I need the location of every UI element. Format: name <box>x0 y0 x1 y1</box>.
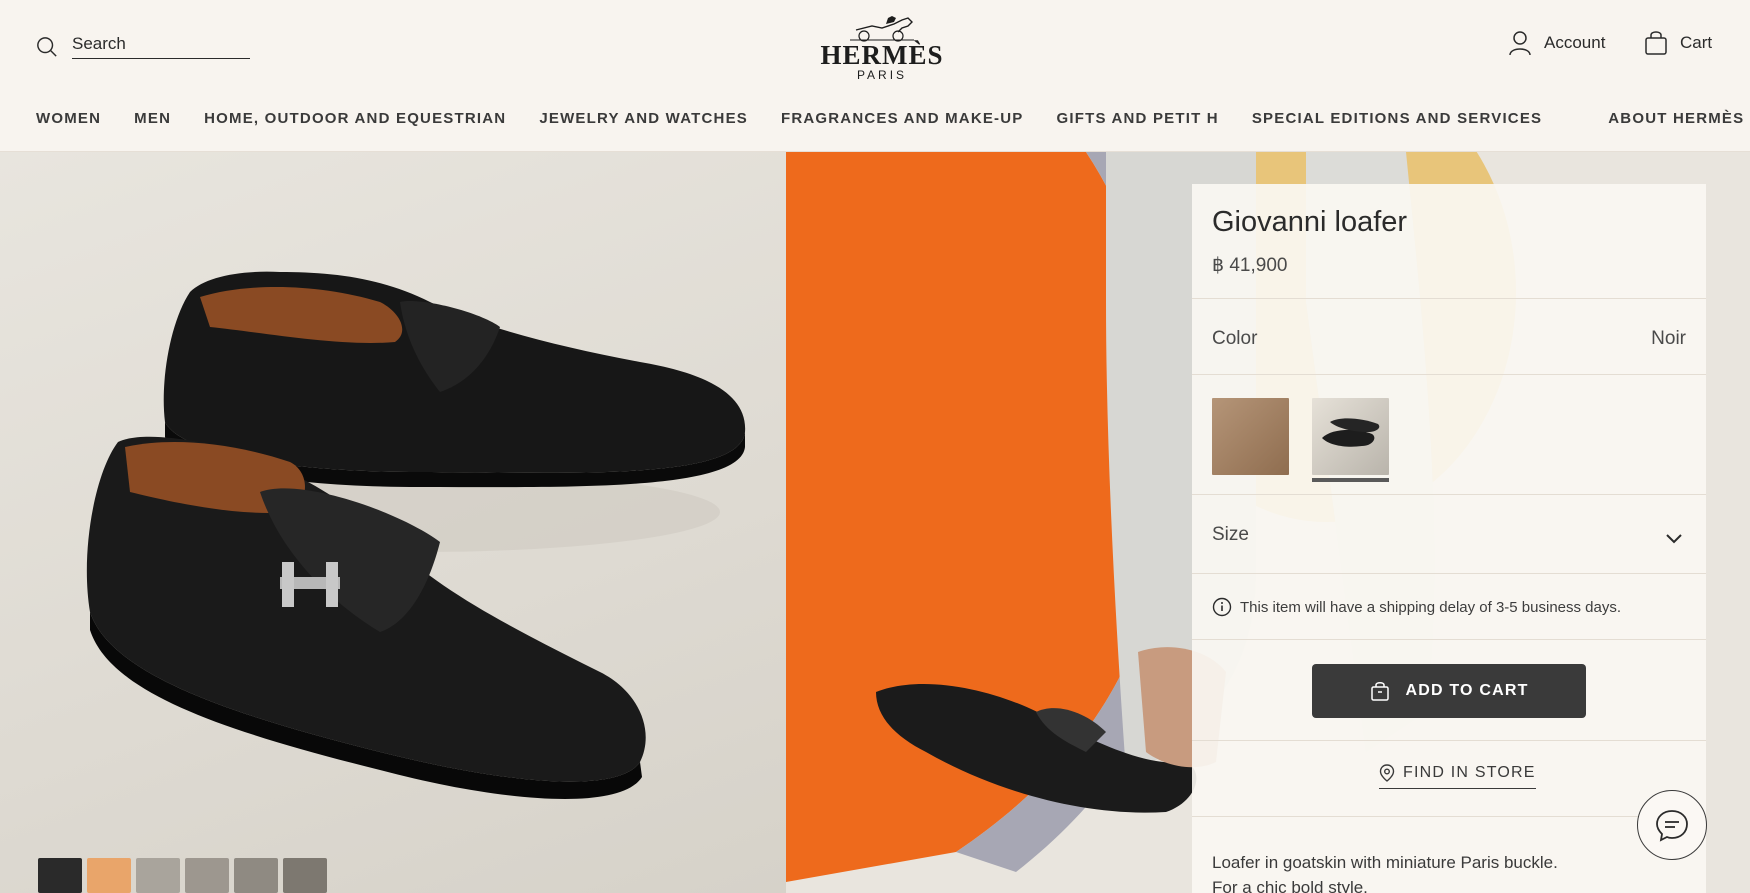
product-title: Giovanni loafer <box>1212 206 1408 238</box>
shipping-notice: This item will have a shipping delay of … <box>1212 597 1621 617</box>
divider <box>1192 740 1706 741</box>
divider <box>1192 374 1706 375</box>
find-in-store-link[interactable]: FIND IN STORE <box>1379 764 1536 789</box>
thumbnail-4[interactable] <box>185 858 229 893</box>
nav-item-about[interactable]: ABOUT HERMÈS <box>1608 110 1744 127</box>
hermes-logo[interactable]: HERMÈS PARIS <box>812 14 952 82</box>
nav-item-fragrances[interactable]: FRAGRANCES AND MAKE-UP <box>781 110 1024 127</box>
noir-swatch-icon <box>1322 418 1380 447</box>
logo-name: HERMÈS <box>820 40 944 70</box>
search-input[interactable]: Search <box>72 34 250 59</box>
color-swatch-brown[interactable] <box>1212 398 1289 475</box>
info-icon <box>1212 597 1232 617</box>
divider <box>1192 639 1706 640</box>
shipping-notice-text: This item will have a shipping delay of … <box>1240 598 1622 616</box>
product-price: ฿ 41,900 <box>1212 255 1288 276</box>
account-link[interactable]: Account <box>1508 30 1605 56</box>
add-to-cart-label: ADD TO CART <box>1405 682 1529 699</box>
nav-item-men[interactable]: MEN <box>134 110 171 127</box>
logo-city: PARIS <box>856 68 908 82</box>
nav-item-home[interactable]: HOME, OUTDOOR AND EQUESTRIAN <box>204 110 506 127</box>
chat-bubble-icon <box>1656 810 1688 842</box>
description-line-2: For a chic bold style. <box>1212 878 1368 893</box>
location-pin-icon <box>1379 764 1395 782</box>
search[interactable]: Search <box>36 34 250 59</box>
thumbnail-1[interactable] <box>38 858 82 893</box>
swatch-selected-indicator <box>1312 478 1389 482</box>
color-value: Noir <box>1651 328 1686 349</box>
chat-button[interactable] <box>1637 790 1707 860</box>
image-thumbnails <box>38 858 327 893</box>
thumbnail-2[interactable] <box>87 858 131 893</box>
size-label[interactable]: Size <box>1212 524 1249 546</box>
divider <box>1192 494 1706 495</box>
nav-item-jewelry[interactable]: JEWELRY AND WATCHES <box>539 110 748 127</box>
nav-item-special-editions[interactable]: SPECIAL EDITIONS AND SERVICES <box>1252 110 1542 127</box>
loafer-pair-illustration <box>86 271 746 800</box>
find-in-store-label: FIND IN STORE <box>1403 764 1536 781</box>
divider <box>1192 298 1706 299</box>
description-line-1: Loafer in goatskin with miniature Paris … <box>1212 853 1558 872</box>
thumbnail-3[interactable] <box>136 858 180 893</box>
account-label: Account <box>1544 33 1606 52</box>
carriage-logo-icon <box>850 16 914 42</box>
site-header: Search HERMÈS PARIS Account Cart WOMEN M… <box>0 0 1750 152</box>
thumbnail-5[interactable] <box>234 858 278 893</box>
shopping-bag-icon <box>1371 682 1390 701</box>
color-swatch-noir[interactable] <box>1312 398 1389 475</box>
cart-label: Cart <box>1680 33 1713 52</box>
cart-link[interactable]: Cart <box>1644 30 1712 56</box>
product-details-card: Giovanni loafer ฿ 41,900 Color Noir Size… <box>1192 184 1706 893</box>
user-icon <box>1509 31 1531 56</box>
search-icon <box>37 36 57 57</box>
add-to-cart-button[interactable]: ADD TO CART <box>1312 664 1586 718</box>
product-description: Loafer in goatskin with miniature Paris … <box>1212 850 1558 893</box>
product-image-main[interactable] <box>0 152 786 893</box>
divider <box>1192 573 1706 574</box>
bag-icon <box>1645 31 1667 55</box>
main-nav: WOMEN MEN HOME, OUTDOOR AND EQUESTRIAN J… <box>36 110 1743 127</box>
divider <box>1192 816 1706 817</box>
chevron-down-icon[interactable] <box>1664 528 1684 548</box>
nav-item-women[interactable]: WOMEN <box>36 110 101 127</box>
nav-item-gifts[interactable]: GIFTS AND PETIT H <box>1057 110 1219 127</box>
thumbnail-6[interactable] <box>283 858 327 893</box>
color-label: Color <box>1212 328 1258 349</box>
